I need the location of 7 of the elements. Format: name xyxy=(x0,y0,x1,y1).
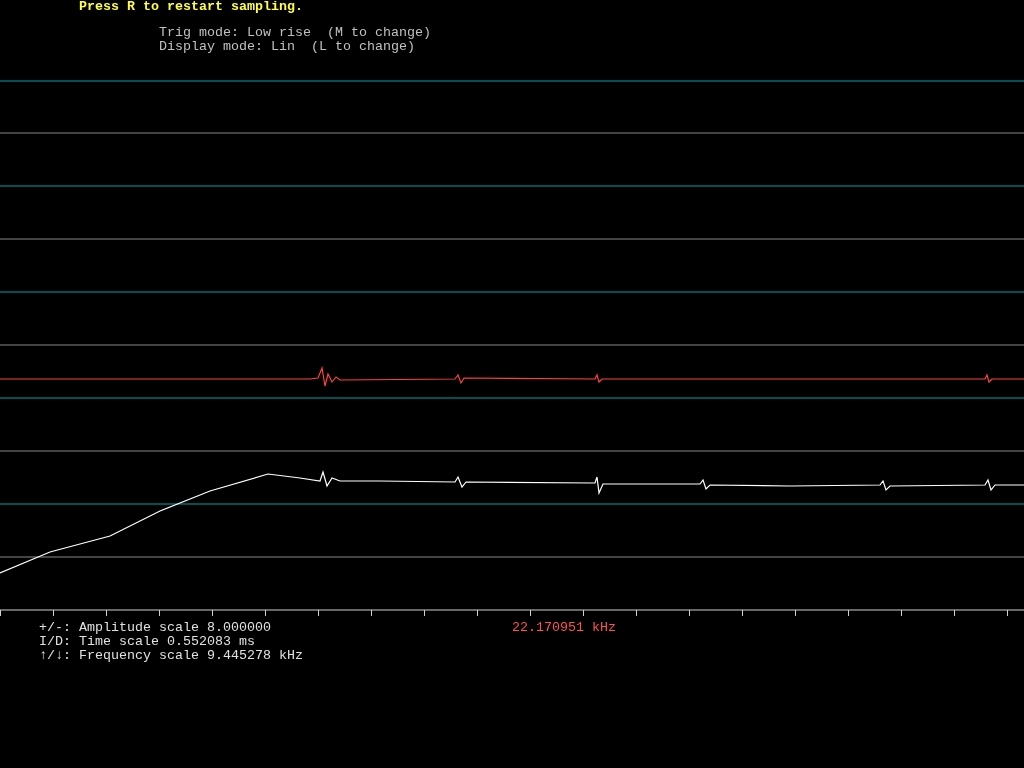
restart-prompt: Press R to restart sampling. xyxy=(78,0,304,13)
scale-readout: +/-: Amplitude scale 8.000000 xyxy=(39,621,271,635)
trig-mode-text: Trig mode: Low rise (M to change) xyxy=(159,26,431,40)
display-mode-text: Display mode: Lin (L to change) xyxy=(159,40,415,54)
peak-frequency: 22.170951 kHz xyxy=(512,621,616,635)
scale-readout: ↑/↓: Frequency scale 9.445278 kHz xyxy=(39,649,303,663)
scale-readout: I/D: Time scale 0.552083 ms xyxy=(39,635,255,649)
